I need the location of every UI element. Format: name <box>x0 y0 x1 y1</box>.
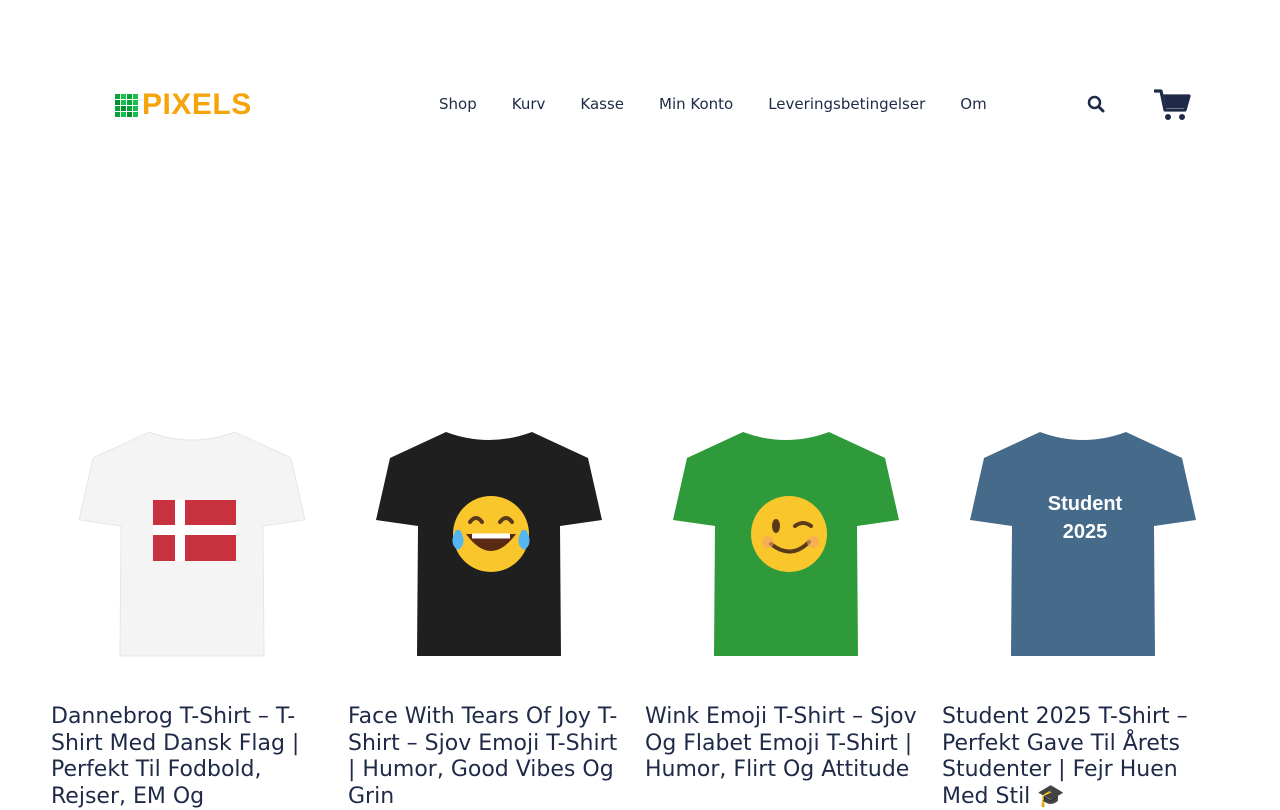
nav-shop[interactable]: Shop <box>439 93 477 115</box>
nav-kurv[interactable]: Kurv <box>512 93 546 115</box>
logo-text: PIXELS <box>142 88 252 121</box>
search-icon[interactable] <box>1087 95 1105 113</box>
cart-icon[interactable] <box>1153 88 1192 122</box>
product-card[interactable]: Dannebrog T-Shirt – T-Shirt Med Dansk Fl… <box>51 418 333 810</box>
wink-emoji-icon <box>751 496 827 572</box>
product-card[interactable]: Wink Emoji T-Shirt – Sjov Og Flabet Emoj… <box>645 418 927 784</box>
product-image[interactable] <box>51 418 333 688</box>
product-title[interactable]: Face With Tears Of Joy T-Shirt – Sjov Em… <box>348 704 630 810</box>
shirt-print-line-1: Student <box>1048 493 1123 515</box>
logo-grid-icon <box>115 93 138 117</box>
product-image[interactable] <box>348 418 630 688</box>
nav-om[interactable]: Om <box>960 93 986 115</box>
product-card[interactable]: Face With Tears Of Joy T-Shirt – Sjov Em… <box>348 418 630 810</box>
shirt-print-line-2: 2025 <box>1063 521 1108 543</box>
laughing-emoji-icon <box>452 496 530 572</box>
product-card[interactable]: Student 2025 Student 2025 T-Shirt – Perf… <box>942 418 1224 810</box>
product-title[interactable]: Student 2025 T-Shirt – Perfekt Gave Til … <box>942 704 1224 810</box>
site-logo[interactable]: PIXELS <box>115 88 252 122</box>
nav-leveringsbetingelser[interactable]: Leveringsbetingelser <box>768 93 925 115</box>
flag-icon <box>153 500 236 561</box>
product-image[interactable] <box>645 418 927 688</box>
nav-min-konto[interactable]: Min Konto <box>659 93 733 115</box>
nav-kasse[interactable]: Kasse <box>580 93 624 115</box>
product-title[interactable]: Dannebrog T-Shirt – T-Shirt Med Dansk Fl… <box>51 704 333 810</box>
product-title[interactable]: Wink Emoji T-Shirt – Sjov Og Flabet Emoj… <box>645 704 927 784</box>
product-image[interactable]: Student 2025 <box>942 418 1224 688</box>
main-nav: Shop Kurv Kasse Min Konto Leveringsbetin… <box>439 93 987 115</box>
